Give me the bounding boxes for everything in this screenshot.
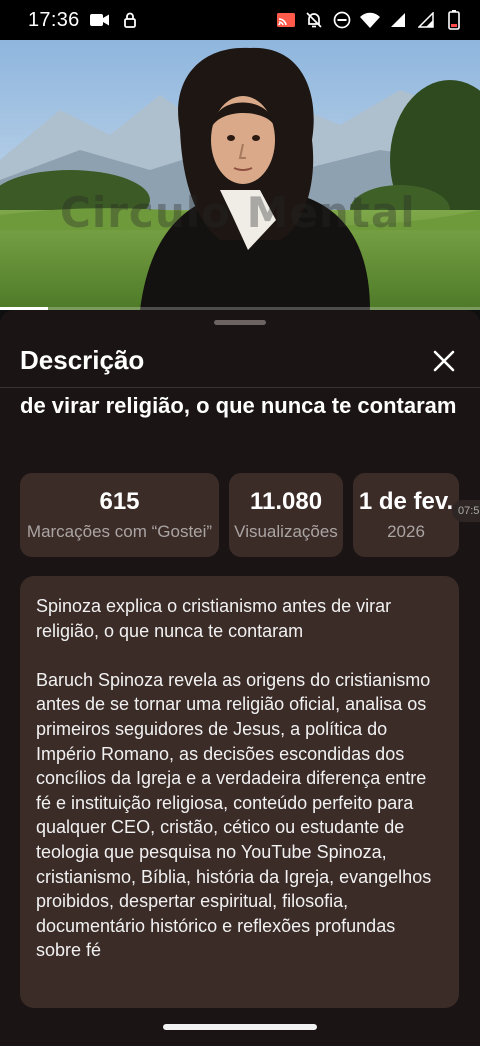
channel-watermark: Circulo Mental	[60, 188, 416, 237]
views-value: 11.080	[249, 488, 323, 515]
close-button[interactable]	[428, 345, 460, 377]
bell-off-icon	[304, 10, 324, 30]
close-icon	[433, 350, 455, 371]
date-stat: 1 de fev. 2026	[353, 473, 459, 557]
likes-value: 615	[99, 488, 140, 515]
video-thumbnail	[0, 40, 480, 310]
status-time: 17:36	[28, 8, 80, 31]
description-paragraph: Spinoza explica o cristianismo antes de …	[36, 596, 392, 641]
video-title: de virar religião, o que nunca te contar…	[20, 393, 457, 418]
wifi-icon	[360, 10, 380, 30]
sheet-title: Descrição	[20, 345, 145, 375]
likes-label: Marcações com “Gostei”	[26, 522, 213, 541]
description-sheet: Descrição de virar religião, o que nunca…	[0, 310, 480, 1046]
views-stat: 11.080 Visualizações	[229, 473, 343, 557]
lock-icon	[120, 10, 140, 30]
likes-stat: 615 Marcações com “Gostei”	[20, 473, 219, 557]
battery-low-icon	[444, 10, 464, 30]
signal-2-icon	[416, 10, 436, 30]
drag-handle[interactable]	[214, 320, 266, 325]
description-paragraph: Baruch Spinoza revela as origens do cris…	[36, 669, 432, 961]
sheet-header: Descrição	[0, 334, 480, 388]
signal-icon	[388, 10, 408, 30]
stats-row: 615 Marcações com “Gostei” 11.080 Visual…	[20, 473, 459, 557]
date-label: 2026	[387, 522, 425, 541]
description-box: Spinoza explica o cristianismo antes de …	[20, 576, 459, 1008]
views-label: Visualizações	[234, 522, 338, 541]
status-bar: 17:36	[0, 0, 480, 40]
do-not-disturb-icon	[332, 10, 352, 30]
video-camera-icon	[89, 10, 110, 30]
timestamp-chip[interactable]: 07:5	[452, 500, 480, 522]
cast-icon	[276, 10, 296, 30]
date-value: 1 de fev.	[358, 488, 454, 515]
video-player[interactable]: Circulo Mental	[0, 40, 480, 310]
home-indicator[interactable]	[163, 1024, 317, 1030]
